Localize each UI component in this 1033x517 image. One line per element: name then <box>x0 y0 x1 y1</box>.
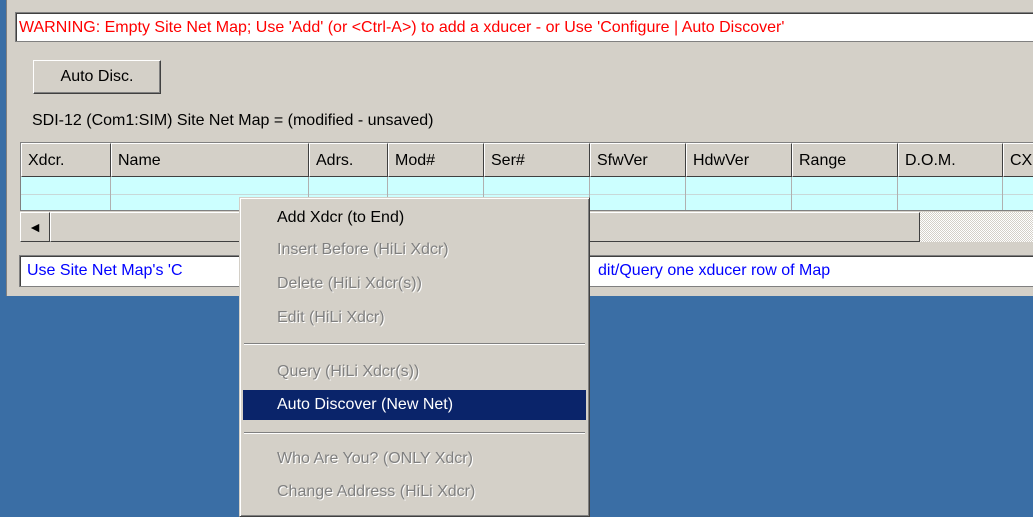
menu-item-add-xdcr[interactable]: Add Xdcr (to End) <box>243 203 586 233</box>
menu-separator <box>244 343 585 345</box>
scrollbar-track[interactable] <box>920 212 1033 242</box>
menu-item-auto-discover[interactable]: Auto Discover (New Net) <box>243 390 586 420</box>
menu-item-insert-before[interactable]: Insert Before (HiLi Xdcr) <box>243 235 586 265</box>
context-menu: Add Xdcr (to End) Insert Before (HiLi Xd… <box>239 197 590 517</box>
table-cell[interactable] <box>792 177 898 210</box>
menu-item-change-address[interactable]: Change Address (HiLi Xdcr) <box>243 477 586 507</box>
menu-item-query[interactable]: Query (HiLi Xdcr(s)) <box>243 357 586 387</box>
table-cell[interactable] <box>21 177 111 210</box>
status-text-left: Use Site Net Map's 'C <box>27 262 183 279</box>
col-header-mod[interactable]: Mod# <box>388 143 484 177</box>
menu-item-edit[interactable]: Edit (HiLi Xdcr) <box>243 303 586 333</box>
col-header-ser[interactable]: Ser# <box>484 143 590 177</box>
table-cell[interactable] <box>898 177 1003 210</box>
col-header-dom[interactable]: D.O.M. <box>898 143 1003 177</box>
menu-separator <box>244 432 585 434</box>
menu-item-delete[interactable]: Delete (HiLi Xdcr(s)) <box>243 269 586 299</box>
auto-disc-button[interactable]: Auto Disc. <box>33 60 161 94</box>
table-cell[interactable] <box>1003 177 1033 210</box>
table-cell[interactable] <box>590 177 686 210</box>
col-header-xdcr[interactable]: Xdcr. <box>21 143 111 177</box>
col-header-cx[interactable]: CX <box>1003 143 1033 177</box>
warning-message: WARNING: Empty Site Net Map; Use 'Add' (… <box>15 12 1033 42</box>
table-cell[interactable] <box>686 177 792 210</box>
col-header-range[interactable]: Range <box>792 143 898 177</box>
status-text-right: dit/Query one xducer row of Map <box>598 262 831 279</box>
col-header-hdwver[interactable]: HdwVer <box>686 143 792 177</box>
col-header-sfwver[interactable]: SfwVer <box>590 143 686 177</box>
col-header-name[interactable]: Name <box>111 143 309 177</box>
menu-item-who-are-you[interactable]: Who Are You? (ONLY Xdcr) <box>243 444 586 474</box>
scroll-left-arrow-icon[interactable]: ◄ <box>20 212 50 242</box>
site-net-map-caption: SDI-12 (Com1:SIM) Site Net Map = (modifi… <box>32 112 434 129</box>
col-header-adrs[interactable]: Adrs. <box>309 143 388 177</box>
